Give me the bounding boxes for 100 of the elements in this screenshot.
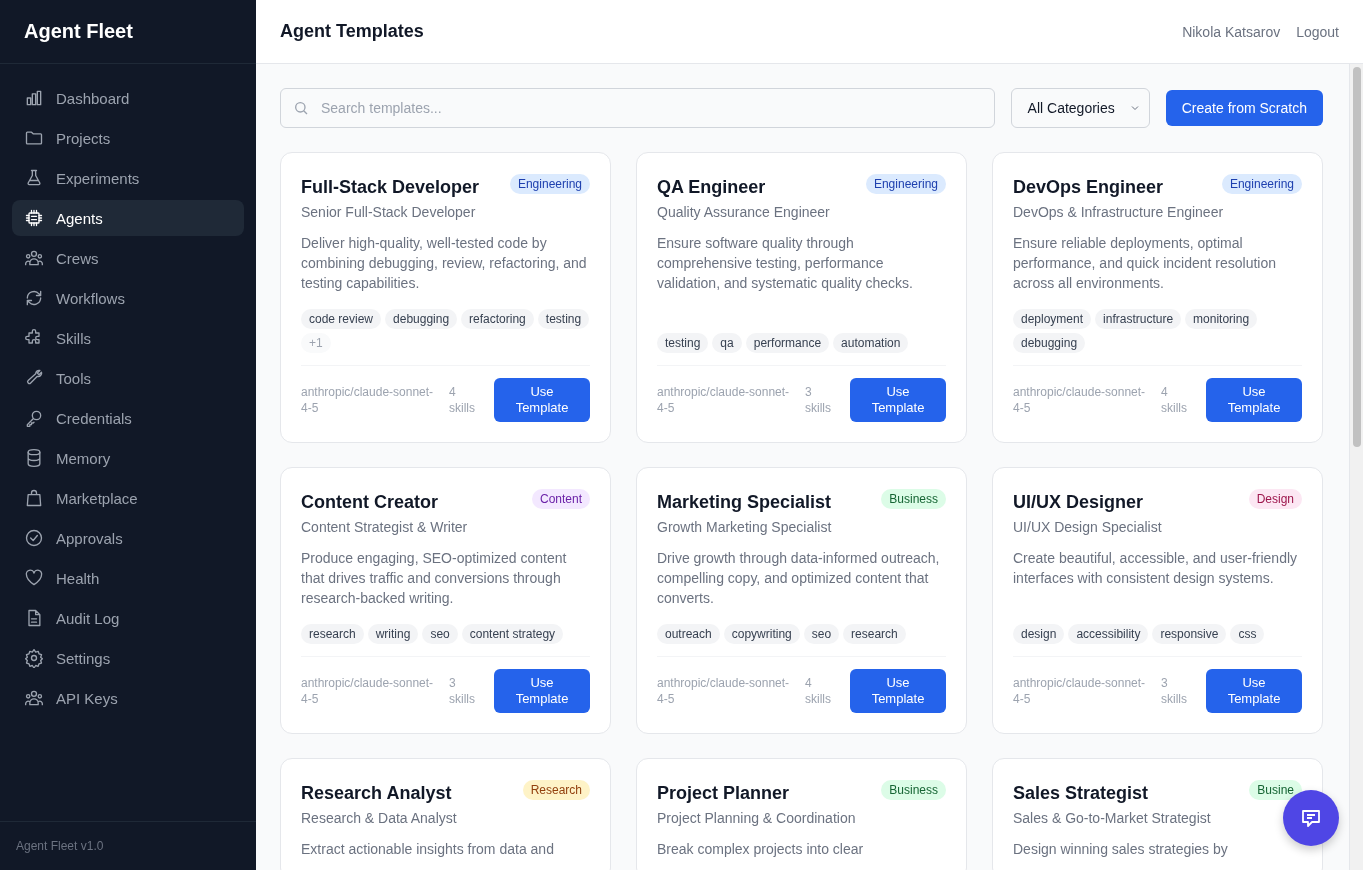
skills-count: 3 skills [1161, 675, 1188, 707]
template-title: Content Creator [301, 491, 438, 514]
chip-icon [24, 208, 44, 228]
skill-tag: seo [803, 624, 840, 644]
refresh-icon [24, 288, 44, 308]
search-icon [293, 100, 309, 116]
template-description: Ensure reliable deployments, optimal performance, and quick incident resolution across all environments. [1013, 234, 1278, 293]
template-description: Extract actionable insights from data and [301, 840, 555, 859]
template-description: Design winning sales strategies by [1013, 840, 1229, 859]
skill-tag: css [1230, 624, 1265, 644]
category-badge: Business [881, 780, 946, 800]
template-title: Research Analyst [301, 782, 452, 805]
flask-icon [24, 168, 44, 188]
use-template-button[interactable]: Use Template [850, 669, 946, 713]
template-role: Senior Full-Stack Developer [301, 203, 477, 222]
skill-tag: research [843, 624, 906, 644]
search-field[interactable]: Search templates... [280, 88, 995, 128]
category-badge: Engineering [865, 174, 946, 194]
sidebar-item[interactable]: Projects [12, 120, 244, 156]
category-badge: Content [531, 489, 590, 509]
template-title: Full-Stack Developer [301, 176, 480, 199]
skill-tag: performance [745, 333, 830, 353]
sidebar-item[interactable]: Marketplace [12, 480, 244, 516]
template-description: Create beautiful, accessible, and user-friendly interfaces with consistent design systems. [1013, 549, 1299, 588]
skills-count: 4 skills [449, 384, 476, 416]
skill-tag: outreach [657, 624, 720, 644]
page-title: Agent Templates [280, 21, 425, 42]
use-template-button[interactable]: Use Template [850, 378, 946, 422]
category-badge: Design [1248, 489, 1302, 509]
sidebar-item[interactable]: Experiments [12, 160, 244, 196]
skill-tag: debugging [385, 309, 458, 329]
skills-count: 4 skills [805, 675, 832, 707]
category-badge: Business [881, 489, 946, 509]
skill-tag: refactoring [461, 309, 534, 329]
skill-tag: research [301, 624, 364, 644]
sidebar-item[interactable]: API Keys [12, 680, 244, 716]
heart-icon [24, 568, 44, 588]
user-name: Nikola Katsarov [1182, 23, 1281, 40]
model-name: anthropic/claude-sonnet-4-5 [1013, 384, 1147, 416]
template-role: Growth Marketing Specialist [657, 518, 833, 537]
logout-link[interactable]: Logout [1296, 23, 1339, 40]
skill-tag: testing [537, 309, 590, 329]
sidebar-item[interactable]: Skills [12, 320, 244, 356]
sidebar-item[interactable]: Credentials [12, 400, 244, 436]
scrollbar[interactable] [1349, 64, 1363, 870]
skill-tag: automation [833, 333, 909, 353]
people-icon [24, 248, 44, 268]
sidebar-item[interactable]: Health [12, 560, 244, 596]
template-role: DevOps & Infrastructure Engineer [1013, 203, 1225, 222]
create-from-scratch-button[interactable]: Create from Scratch [1165, 90, 1323, 126]
model-name: anthropic/claude-sonnet-4-5 [301, 384, 435, 416]
template-title: Project Planner [657, 782, 790, 805]
check-circle-icon [24, 528, 44, 548]
skills-count: 4 skills [1161, 384, 1188, 416]
template-role: Content Strategist & Writer [301, 518, 469, 537]
skill-tag: copywriting [723, 624, 800, 644]
skill-tag: monitoring [1185, 309, 1258, 329]
sidebar-item[interactable]: Workflows [12, 280, 244, 316]
use-template-button[interactable]: Use Template [1206, 378, 1302, 422]
template-description: Deliver high-quality, well-tested code by combining debugging, review, refactoring, and testing capabilities. [301, 234, 588, 293]
template-description: Break complex projects into clear [657, 840, 865, 859]
model-name: anthropic/claude-sonnet-4-5 [657, 384, 791, 416]
sidebar-item[interactable]: Agents [12, 200, 244, 236]
sidebar-item[interactable]: Audit Log [12, 600, 244, 636]
skill-tag: deployment [1013, 309, 1092, 329]
template-description: Drive growth through data-informed outreach, compelling copy, and optimized content that converts. [657, 549, 941, 608]
skill-tag: responsive [1152, 624, 1227, 644]
skill-tag: accessibility [1068, 624, 1149, 644]
use-template-button[interactable]: Use Template [494, 378, 590, 422]
use-template-button[interactable]: Use Template [494, 669, 590, 713]
skill-tag: code review [301, 309, 382, 329]
skill-tag: debugging [1013, 333, 1086, 353]
skill-tag: qa [712, 333, 742, 353]
sidebar-item[interactable]: Approvals [12, 520, 244, 556]
skills-count: 3 skills [449, 675, 476, 707]
key-icon [24, 408, 44, 428]
app-logo-text: Agent Fleet [24, 20, 133, 43]
sidebar-item[interactable]: Tools [12, 360, 244, 396]
sidebar-item[interactable]: Dashboard [12, 80, 244, 116]
version-label: Agent Fleet v1.0 [16, 839, 104, 853]
template-title: Sales Strategist [1013, 782, 1149, 805]
skills-count: 3 skills [805, 384, 832, 416]
category-dropdown[interactable]: All Categories [1010, 88, 1150, 128]
bar-chart-icon [24, 88, 44, 108]
template-title: QA Engineer [657, 176, 766, 199]
template-role: UI/UX Design Specialist [1013, 518, 1163, 537]
template-title: UI/UX Designer [1013, 491, 1144, 514]
category-badge: Research [522, 780, 590, 800]
model-name: anthropic/claude-sonnet-4-5 [301, 675, 435, 707]
skill-tag: testing [657, 333, 709, 353]
template-title: Marketing Specialist [657, 491, 832, 514]
template-title: DevOps Engineer [1013, 176, 1164, 199]
sidebar-item[interactable]: Settings [12, 640, 244, 676]
sidebar-item[interactable]: Crews [12, 240, 244, 276]
sidebar-item[interactable]: Memory [12, 440, 244, 476]
model-name: anthropic/claude-sonnet-4-5 [1013, 675, 1147, 707]
use-template-button[interactable]: Use Template [1206, 669, 1302, 713]
skill-tag: writing [367, 624, 419, 644]
template-role: Sales & Go-to-Market Strategist [1013, 809, 1212, 828]
template-role: Research & Data Analyst [301, 809, 458, 828]
